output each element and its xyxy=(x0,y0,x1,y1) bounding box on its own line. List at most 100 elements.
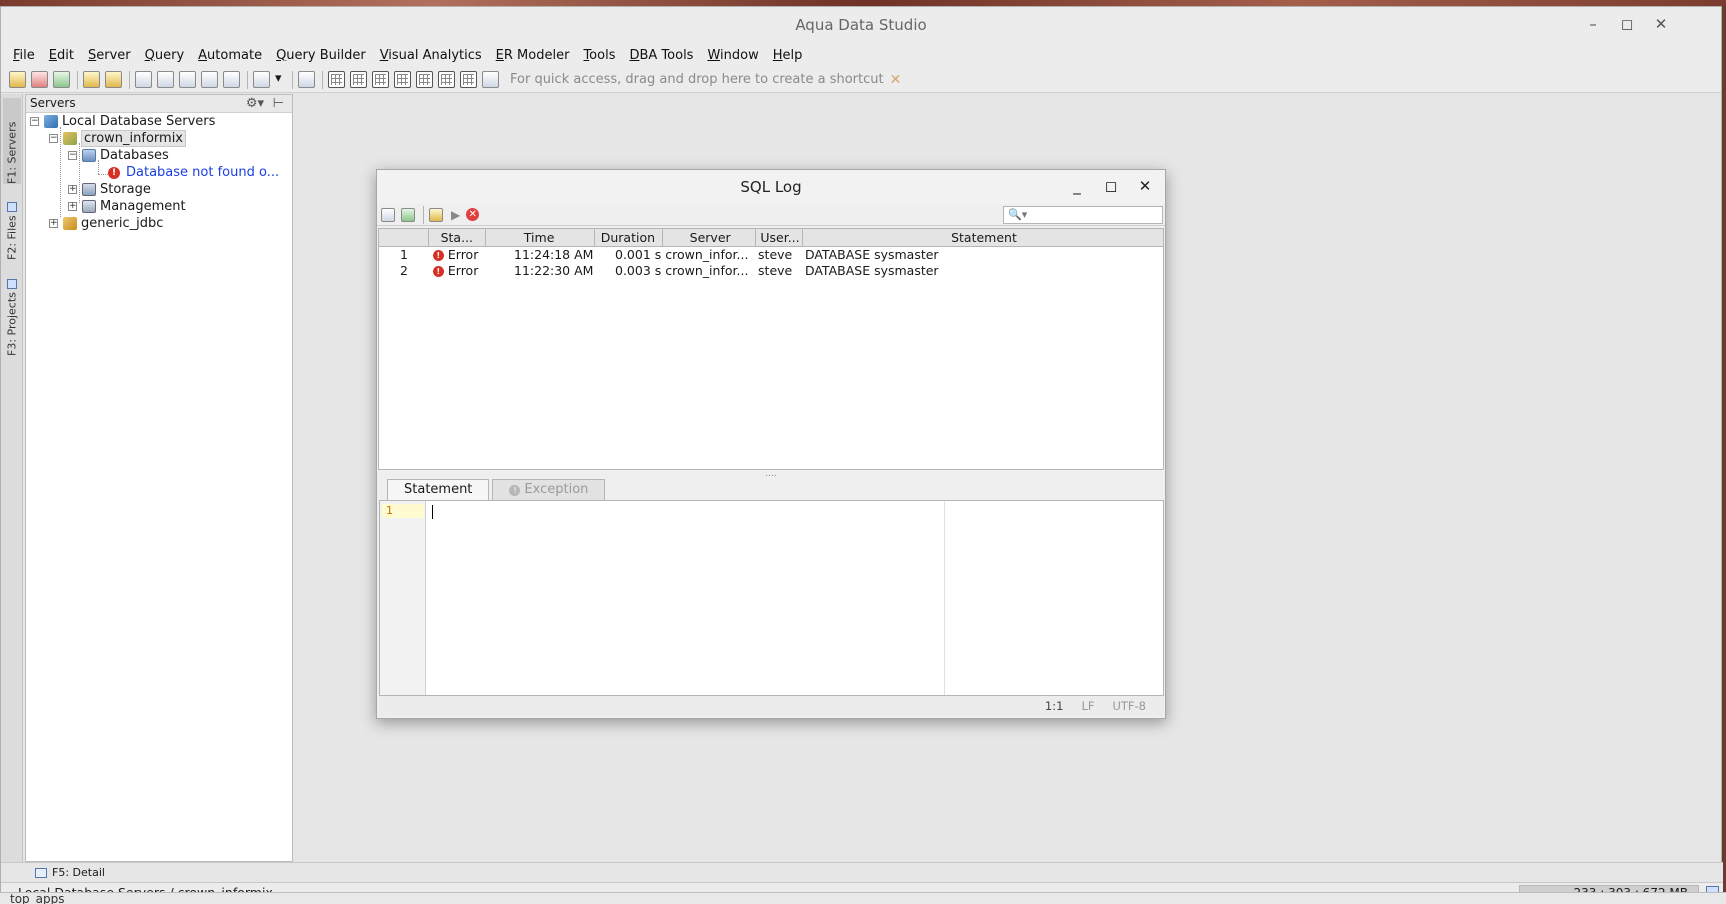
grid-view-3-icon[interactable] xyxy=(372,71,389,88)
pin-icon[interactable]: ⊢ xyxy=(273,95,284,112)
tab-exception[interactable]: ! Exception xyxy=(492,479,606,500)
script-icon[interactable] xyxy=(253,71,270,88)
expand-icon[interactable]: + xyxy=(68,202,77,211)
open-in-editor-icon[interactable] xyxy=(429,207,443,222)
toolbar-separator xyxy=(322,70,323,89)
column-header-user[interactable]: User... xyxy=(756,229,803,246)
remove-server-icon[interactable] xyxy=(31,71,48,88)
play-icon[interactable]: ▶ xyxy=(451,208,460,222)
dialog-maximize-button[interactable]: ◻ xyxy=(1101,177,1121,195)
cell-row-number: 2 xyxy=(399,263,408,278)
cell-status-text: Error xyxy=(447,247,479,262)
menu-tools[interactable]: Tools xyxy=(583,48,615,63)
column-header-duration[interactable]: Duration xyxy=(595,229,664,246)
menu-server[interactable]: Server xyxy=(88,48,131,63)
grid-view-7-icon[interactable] xyxy=(460,71,477,88)
compare-icon[interactable] xyxy=(298,71,315,88)
tab-servers[interactable]: F1: Servers xyxy=(3,98,21,184)
column-header-row-number[interactable] xyxy=(379,229,429,246)
maximize-button[interactable]: ◻ xyxy=(1617,15,1637,33)
disconnect-icon[interactable] xyxy=(105,71,122,88)
query-builder-icon[interactable] xyxy=(179,71,196,88)
grid-view-6-icon[interactable] xyxy=(438,71,455,88)
cell-time: 11:24:18 AM xyxy=(514,247,594,262)
menu-window[interactable]: Window xyxy=(707,48,758,63)
dialog-minimize-button[interactable]: _ xyxy=(1067,177,1087,195)
menu-edit[interactable]: Edit xyxy=(49,48,74,63)
expand-icon[interactable]: + xyxy=(68,185,77,194)
title-bar: Aqua Data Studio – ◻ ✕ xyxy=(1,7,1721,43)
menu-file[interactable]: File xyxy=(13,48,35,63)
menu-visual-analytics[interactable]: Visual Analytics xyxy=(380,48,482,63)
servers-icon xyxy=(44,115,58,128)
error-icon: ! xyxy=(432,249,444,261)
menu-automate[interactable]: Automate xyxy=(198,48,262,63)
query-window-icon[interactable] xyxy=(135,71,152,88)
tree-node-databases[interactable]: − Databases xyxy=(68,147,169,164)
table-data-editor-icon[interactable] xyxy=(223,71,240,88)
tree-node-storage[interactable]: + Storage xyxy=(68,181,151,198)
expand-icon[interactable]: + xyxy=(49,219,58,228)
server-properties-icon[interactable] xyxy=(53,71,70,88)
visual-explain-icon[interactable] xyxy=(201,71,218,88)
tree-node-generic-jdbc[interactable]: + generic_jdbc xyxy=(49,215,163,232)
export-excel-icon[interactable] xyxy=(401,207,415,222)
cell-status: ! Error xyxy=(429,247,486,263)
files-icon xyxy=(7,202,17,213)
tab-projects[interactable]: F3: Projects xyxy=(3,270,21,356)
cell-time: 11:22:30 AM xyxy=(514,263,594,278)
clear-log-icon[interactable]: ✕ xyxy=(466,208,480,221)
cell-row-number: 1 xyxy=(399,247,408,262)
cell-statement: DATABASE sysmaster xyxy=(804,263,939,278)
tree-node-db-error[interactable]: ! Database not found o... xyxy=(108,164,279,181)
new-server-icon[interactable] xyxy=(9,71,26,88)
tree-node-crown-informix[interactable]: − crown_informix xyxy=(49,130,186,147)
menu-query-builder[interactable]: Query Builder xyxy=(276,48,366,63)
grid-view-2-icon[interactable] xyxy=(350,71,367,88)
menu-dba-tools[interactable]: DBA Tools xyxy=(629,48,693,63)
tab-exception-label: Exception xyxy=(524,482,589,497)
column-header-server[interactable]: Server xyxy=(663,229,757,246)
detail-panel-tab[interactable]: F5: Detail xyxy=(1,862,1723,882)
chart-icon[interactable] xyxy=(482,71,499,88)
menu-bar: File Edit Server Query Automate Query Bu… xyxy=(1,43,1721,67)
cell-status: ! Error xyxy=(429,263,486,279)
column-header-statement[interactable]: Statement xyxy=(803,229,1163,246)
tree-node-local-servers[interactable]: − Local Database Servers xyxy=(30,113,215,130)
connect-icon[interactable] xyxy=(83,71,100,88)
sql-log-dialog: SQL Log _ ◻ ✕ ▶ ✕ 🔍▾ Sta... Time Duratio… xyxy=(376,169,1166,719)
grid-view-icon[interactable] xyxy=(328,71,345,88)
tree-node-label: generic_jdbc xyxy=(81,216,164,231)
table-row[interactable]: 1 ! Error 11:24:18 AM 0.001 s crown_info… xyxy=(379,247,1163,263)
tab-files[interactable]: F2: Files xyxy=(3,190,21,260)
statement-editor[interactable]: 1 xyxy=(379,500,1164,696)
menu-help[interactable]: Help xyxy=(773,48,803,63)
table-row[interactable]: 2 ! Error 11:22:30 AM 0.003 s crown_info… xyxy=(379,263,1163,279)
grid-view-4-icon[interactable] xyxy=(394,71,411,88)
dialog-close-button[interactable]: ✕ xyxy=(1135,177,1155,195)
tab-statement[interactable]: Statement xyxy=(387,479,490,500)
tree-node-management[interactable]: + Management xyxy=(68,198,186,215)
close-button[interactable]: ✕ xyxy=(1651,15,1671,33)
search-input[interactable]: 🔍▾ xyxy=(1003,206,1163,224)
column-header-status[interactable]: Sta... xyxy=(429,229,486,246)
column-header-time[interactable]: Time xyxy=(486,229,596,246)
management-folder-icon xyxy=(82,200,96,213)
menu-er-modeler[interactable]: ER Modeler xyxy=(496,48,570,63)
tree-node-label: crown_informix xyxy=(81,130,186,147)
menu-query[interactable]: Query xyxy=(145,48,185,63)
servers-panel-title: Servers xyxy=(30,96,76,110)
main-toolbar: ▾ For quick access, drag and drop here t… xyxy=(1,67,1721,93)
dropdown-arrow-icon[interactable]: ▾ xyxy=(275,71,285,88)
gear-icon[interactable]: ⚙▾ xyxy=(246,95,264,112)
query-analyzer-icon[interactable] xyxy=(157,71,174,88)
grid-view-5-icon[interactable] xyxy=(416,71,433,88)
minimize-button[interactable]: – xyxy=(1583,15,1603,33)
collapse-icon[interactable]: − xyxy=(30,117,39,126)
collapse-icon[interactable]: − xyxy=(49,134,58,143)
collapse-icon[interactable]: − xyxy=(68,151,77,160)
cell-server: crown_infor... xyxy=(665,247,749,262)
shortcut-close-icon[interactable]: ✕ xyxy=(890,72,902,88)
detail-tab-label: F5: Detail xyxy=(52,866,105,879)
save-icon[interactable] xyxy=(381,207,395,222)
